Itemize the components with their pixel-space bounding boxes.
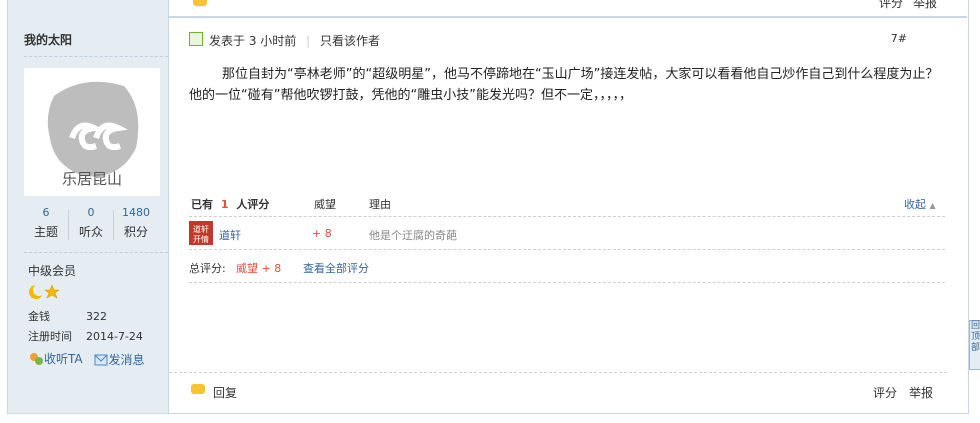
col-reason: 理由	[369, 198, 391, 211]
prev-rate-link[interactable]: 评分	[879, 0, 903, 11]
reply-icon	[193, 0, 207, 6]
svg-text:开情: 开情	[193, 234, 209, 244]
rating-total: 威望 + 8	[236, 262, 282, 275]
collapse-button[interactable]: 收起 ▲	[904, 196, 936, 212]
rating-summary: 总评分: 威望 + 8 查看全部评分	[189, 250, 945, 283]
rating-count: 1	[220, 198, 229, 211]
rating-header: 已有 1 人评分 威望 理由 收起 ▲	[189, 192, 945, 217]
author-stats: 6 主题 0 听众 1480 积分	[24, 206, 158, 246]
rank-stars-icon	[28, 284, 62, 303]
col-prestige: 威望	[314, 198, 336, 211]
rater-reason: 他是个迂腐的奇葩	[369, 229, 457, 242]
posted-time: 3 小时前	[248, 34, 297, 48]
prev-report-link[interactable]: 举报	[913, 0, 937, 11]
rater-avatar[interactable]: 道轩 开情	[189, 221, 213, 248]
rater-name[interactable]: 道轩	[219, 227, 241, 243]
report-button[interactable]: 举报	[909, 384, 933, 401]
avatar-logo-icon: 乐居昆山	[47, 81, 139, 188]
reply-button[interactable]: 回复	[213, 384, 237, 401]
prev-post-footer: 评分 举报	[169, 0, 967, 18]
field-register-date: 注册时间 2014-7-24	[28, 330, 143, 343]
rating-row: 道轩 开情 道轩 + 8 他是个迂腐的奇葩	[189, 217, 945, 250]
avatar[interactable]: 乐居昆山	[24, 68, 160, 196]
author-sidebar: 我的太阳 乐居昆山 6 主题 0 听众 1480 积分 中级会员 金钱 322 …	[8, 0, 169, 413]
user-rank[interactable]: 中级会员	[28, 262, 76, 279]
author-only-link[interactable]: 只看该作者	[320, 34, 380, 48]
envelope-icon	[94, 354, 108, 365]
svg-text:道轩: 道轩	[193, 224, 209, 234]
rating-table: 已有 1 人评分 威望 理由 收起 ▲ 道轩 开情 道轩 + 8 他是个迂腐的奇…	[189, 192, 945, 283]
author-actions: 收听TA 发消息	[28, 350, 152, 369]
post-main: 评分 举报 发表于 3 小时前 | 只看该作者 7# 那位自封为“亭林老师”的“…	[169, 0, 967, 413]
posted-prefix: 发表于	[209, 34, 246, 48]
back-to-top-button[interactable]: 回顶部	[969, 320, 980, 370]
divider	[24, 252, 168, 253]
rater-prestige: + 8	[312, 227, 332, 240]
post-footer: 回复 评分 举报	[169, 372, 947, 413]
stat-points[interactable]: 1480 积分	[114, 206, 158, 240]
post-header: 发表于 3 小时前 | 只看该作者 7#	[169, 28, 947, 50]
rate-button[interactable]: 评分	[873, 384, 897, 401]
stat-listeners[interactable]: 0 听众	[69, 206, 113, 240]
post-content: 那位自封为“亭林老师”的“超级明星”，他马不停蹄地在“玉山广场”接连发帖，大家可…	[189, 67, 939, 103]
author-name[interactable]: 我的太阳	[24, 31, 72, 48]
divider	[24, 56, 168, 57]
stat-topics[interactable]: 6 主题	[24, 206, 68, 240]
field-money: 金钱 322	[28, 310, 107, 323]
reply-icon	[191, 384, 205, 394]
floor-number[interactable]: 7#	[891, 32, 907, 45]
online-status-icon	[189, 32, 203, 46]
chevron-up-icon: ▲	[929, 201, 936, 210]
send-message-button[interactable]: 发消息	[94, 351, 144, 368]
follow-icon	[30, 352, 43, 365]
view-all-ratings-link[interactable]: 查看全部评分	[303, 260, 369, 276]
follow-button[interactable]: 收听TA	[28, 350, 83, 367]
svg-text:乐居昆山: 乐居昆山	[62, 170, 122, 188]
